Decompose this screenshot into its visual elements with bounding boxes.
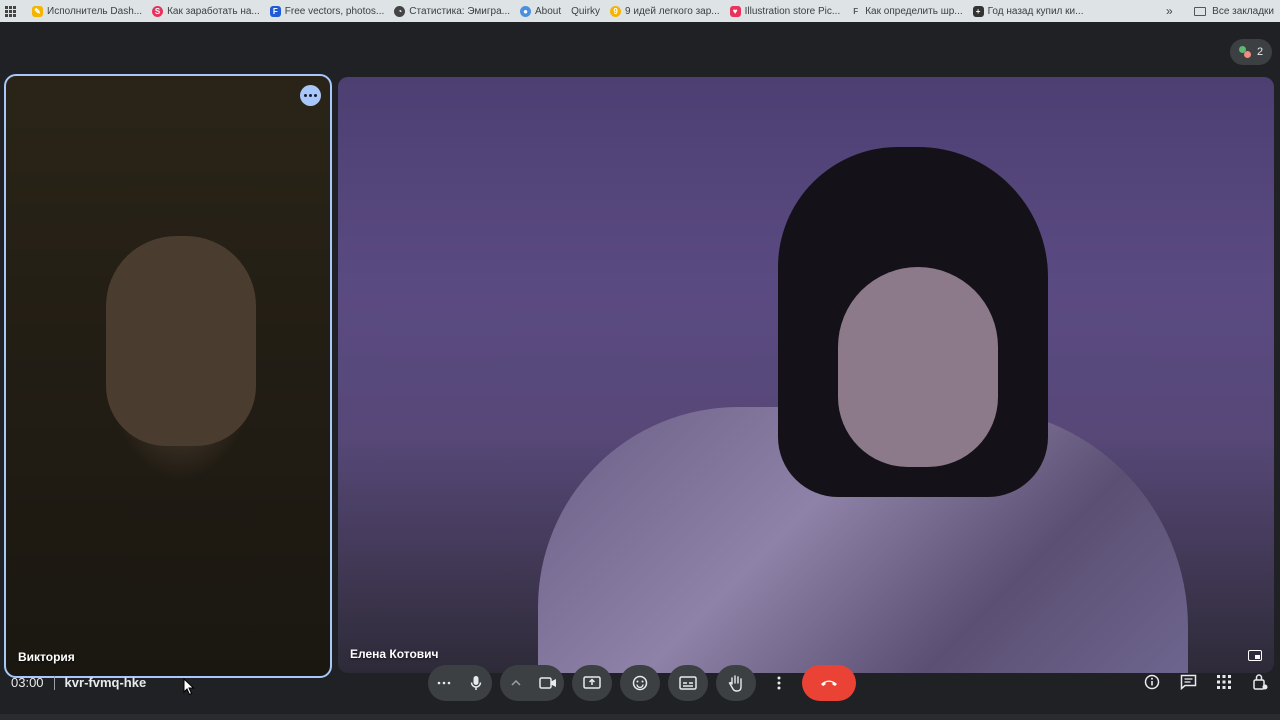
bookmark-item[interactable]: ◔ Статистика: Эмигра... — [394, 0, 510, 22]
bookmark-item[interactable]: + Год назад купил ки... — [972, 0, 1084, 22]
bookmark-label: About — [535, 5, 562, 17]
bookmark-label: 9 идей легкого зар... — [625, 5, 720, 17]
chat-button[interactable] — [1178, 672, 1198, 692]
leave-call-button[interactable] — [802, 665, 856, 701]
plus-square-icon: + — [972, 5, 984, 17]
participant-name: Елена Котович — [350, 647, 439, 661]
meeting-info: 03:00 kvr-fvmq-hke — [11, 675, 146, 690]
tile-more-options-button[interactable] — [300, 85, 321, 106]
picture-in-picture-icon[interactable] — [1248, 650, 1262, 661]
reactions-button[interactable] — [620, 665, 660, 701]
chevron-double-right-icon: » — [1166, 4, 1173, 18]
mouse-cursor-icon — [183, 678, 195, 696]
participants-button[interactable]: 2 — [1230, 39, 1272, 65]
bookmark-label: Quirky — [571, 5, 601, 17]
camera-icon — [539, 677, 556, 689]
side-panel-controls — [1142, 670, 1270, 694]
pencil-icon: ✎ — [32, 5, 43, 17]
microphone-button[interactable] — [460, 665, 492, 701]
bookmark-label: Illustration store Pic... — [744, 5, 841, 17]
bookmark-label: Как определить шр... — [865, 5, 963, 17]
bookmark-item[interactable]: Quirky — [571, 0, 600, 22]
call-controls — [428, 665, 856, 701]
bookmark-item[interactable]: ✎ Исполнитель Dash... — [32, 0, 142, 22]
captions-button[interactable] — [668, 665, 708, 701]
meeting-code: kvr-fvmq-hke — [64, 675, 147, 690]
raise-hand-button[interactable] — [716, 665, 756, 701]
activities-button[interactable] — [1214, 672, 1234, 692]
globe-icon: ● — [520, 5, 531, 17]
bookmark-item[interactable]: 9 9 идей легкого зар... — [610, 0, 720, 22]
present-screen-button[interactable] — [572, 665, 612, 701]
meeting-details-button[interactable] — [1142, 672, 1162, 692]
more-bookmarks-button[interactable]: » — [1166, 0, 1173, 22]
bookmark-item[interactable]: F Как определить шр... — [850, 0, 962, 22]
bookmark-label: Free vectors, photos... — [284, 5, 385, 17]
meeting-time: 03:00 — [11, 675, 44, 690]
lock-person-icon — [1253, 674, 1268, 690]
video-feed — [106, 236, 256, 446]
emoji-icon — [632, 675, 648, 691]
bookmark-item[interactable]: ● About — [520, 0, 561, 22]
present-icon — [583, 676, 601, 689]
more-vert-icon — [777, 676, 781, 690]
chat-icon — [1180, 674, 1196, 690]
bookmark-label: Статистика: Эмигра... — [409, 5, 510, 17]
all-bookmarks-button[interactable]: Все закладки — [1194, 0, 1274, 22]
participants-count: 2 — [1256, 46, 1264, 58]
bookmarks-bar: ✎ Исполнитель Dash... S Как заработать н… — [0, 0, 1280, 22]
microphone-icon — [470, 676, 482, 690]
chevron-up-icon — [511, 680, 521, 686]
s-logo-icon: S — [152, 5, 164, 17]
f-logo-icon: F — [269, 5, 281, 17]
meeting-stage: 2 Виктория Елена Котович 03:00 kvr-fvmq-… — [0, 22, 1280, 720]
video-control-group — [500, 665, 564, 701]
heart-icon: ♥ — [729, 5, 741, 17]
more-options-button[interactable] — [764, 665, 794, 701]
video-feed-face — [838, 267, 998, 467]
video-tile-elena[interactable]: Елена Котович — [338, 77, 1274, 673]
hand-icon — [728, 675, 742, 692]
bookmark-label: Как заработать на... — [167, 5, 260, 17]
hang-up-icon — [821, 680, 837, 686]
audio-options-button[interactable] — [428, 665, 460, 701]
participants-icon — [1238, 46, 1251, 58]
bookmark-item[interactable]: ♥ Illustration store Pic... — [729, 0, 841, 22]
chart-icon: ◔ — [394, 5, 406, 17]
bookmark-item[interactable]: S Как заработать на... — [152, 0, 260, 22]
captions-icon — [679, 676, 697, 690]
bookmark-item[interactable]: F Free vectors, photos... — [269, 0, 385, 22]
audio-control-group — [428, 665, 492, 701]
bookmark-label: Исполнитель Dash... — [47, 5, 143, 17]
host-controls-button[interactable] — [1250, 672, 1270, 692]
lightbulb-icon: 9 — [610, 5, 622, 17]
bookmark-label: Год назад купил ки... — [987, 5, 1084, 17]
divider — [53, 675, 55, 690]
apps-grid-icon[interactable] — [2, 0, 18, 22]
folder-icon — [1194, 6, 1207, 16]
camera-button[interactable] — [532, 665, 564, 701]
video-tile-victoria[interactable]: Виктория — [4, 74, 332, 678]
video-options-button[interactable] — [500, 665, 532, 701]
info-icon — [1144, 674, 1160, 690]
apps-grid-icon — [1217, 675, 1231, 689]
taskbar-strip — [0, 714, 1280, 720]
more-horiz-icon — [437, 681, 451, 685]
all-bookmarks-label: Все закладки — [1212, 5, 1274, 17]
f-letter-icon: F — [853, 6, 859, 16]
